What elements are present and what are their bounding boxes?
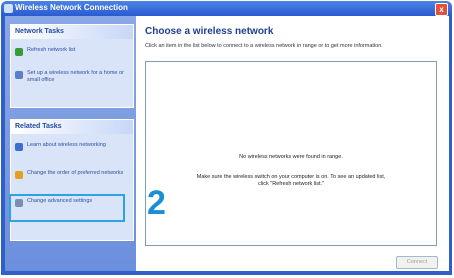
page-title: Choose a wireless network — [145, 26, 274, 37]
help-message: Make sure the wireless switch on your co… — [196, 174, 386, 187]
change-network-order-link[interactable]: Change the order of preferred networks — [15, 170, 127, 179]
info-icon — [15, 143, 23, 151]
task-label: Learn about wireless networking — [27, 142, 106, 148]
task-sidebar: Network Tasks Refresh network list Set u… — [5, 16, 136, 271]
advanced-settings-highlight — [9, 194, 125, 222]
connect-button[interactable]: Connect — [396, 256, 438, 269]
related-tasks-panel: Related Tasks Learn about wireless netwo… — [10, 119, 134, 241]
main-content: Choose a wireless network Click an item … — [136, 16, 449, 271]
network-tasks-header[interactable]: Network Tasks — [11, 25, 133, 39]
close-button[interactable]: x — [435, 3, 448, 16]
refresh-icon — [15, 48, 23, 56]
set-up-wireless-network-link[interactable]: Set up a wireless network for a home or … — [15, 70, 127, 84]
no-networks-message: No wireless networks were found in range… — [239, 154, 343, 160]
related-tasks-header[interactable]: Related Tasks — [11, 120, 133, 134]
learn-wireless-link[interactable]: Learn about wireless networking — [15, 142, 127, 151]
task-label: Refresh network list — [27, 47, 76, 53]
network-icon — [4, 4, 13, 13]
task-label: Change the order of preferred networks — [27, 170, 124, 176]
wireless-setup-icon — [15, 71, 23, 79]
task-label: Set up a wireless network for a home or … — [27, 70, 124, 83]
step-number: 2 — [147, 184, 166, 222]
star-icon — [15, 171, 23, 179]
network-list[interactable]: No wireless networks were found in range… — [145, 61, 437, 246]
title-bar[interactable]: Wireless Network Connection x — [1, 1, 452, 16]
network-tasks-panel: Network Tasks Refresh network list Set u… — [10, 24, 134, 108]
instructions-text: Click an item in the list below to conne… — [145, 43, 383, 49]
window-title: Wireless Network Connection — [15, 3, 128, 12]
wireless-network-window: Wireless Network Connection x Network Ta… — [1, 1, 452, 275]
refresh-network-list-link[interactable]: Refresh network list — [15, 47, 127, 56]
